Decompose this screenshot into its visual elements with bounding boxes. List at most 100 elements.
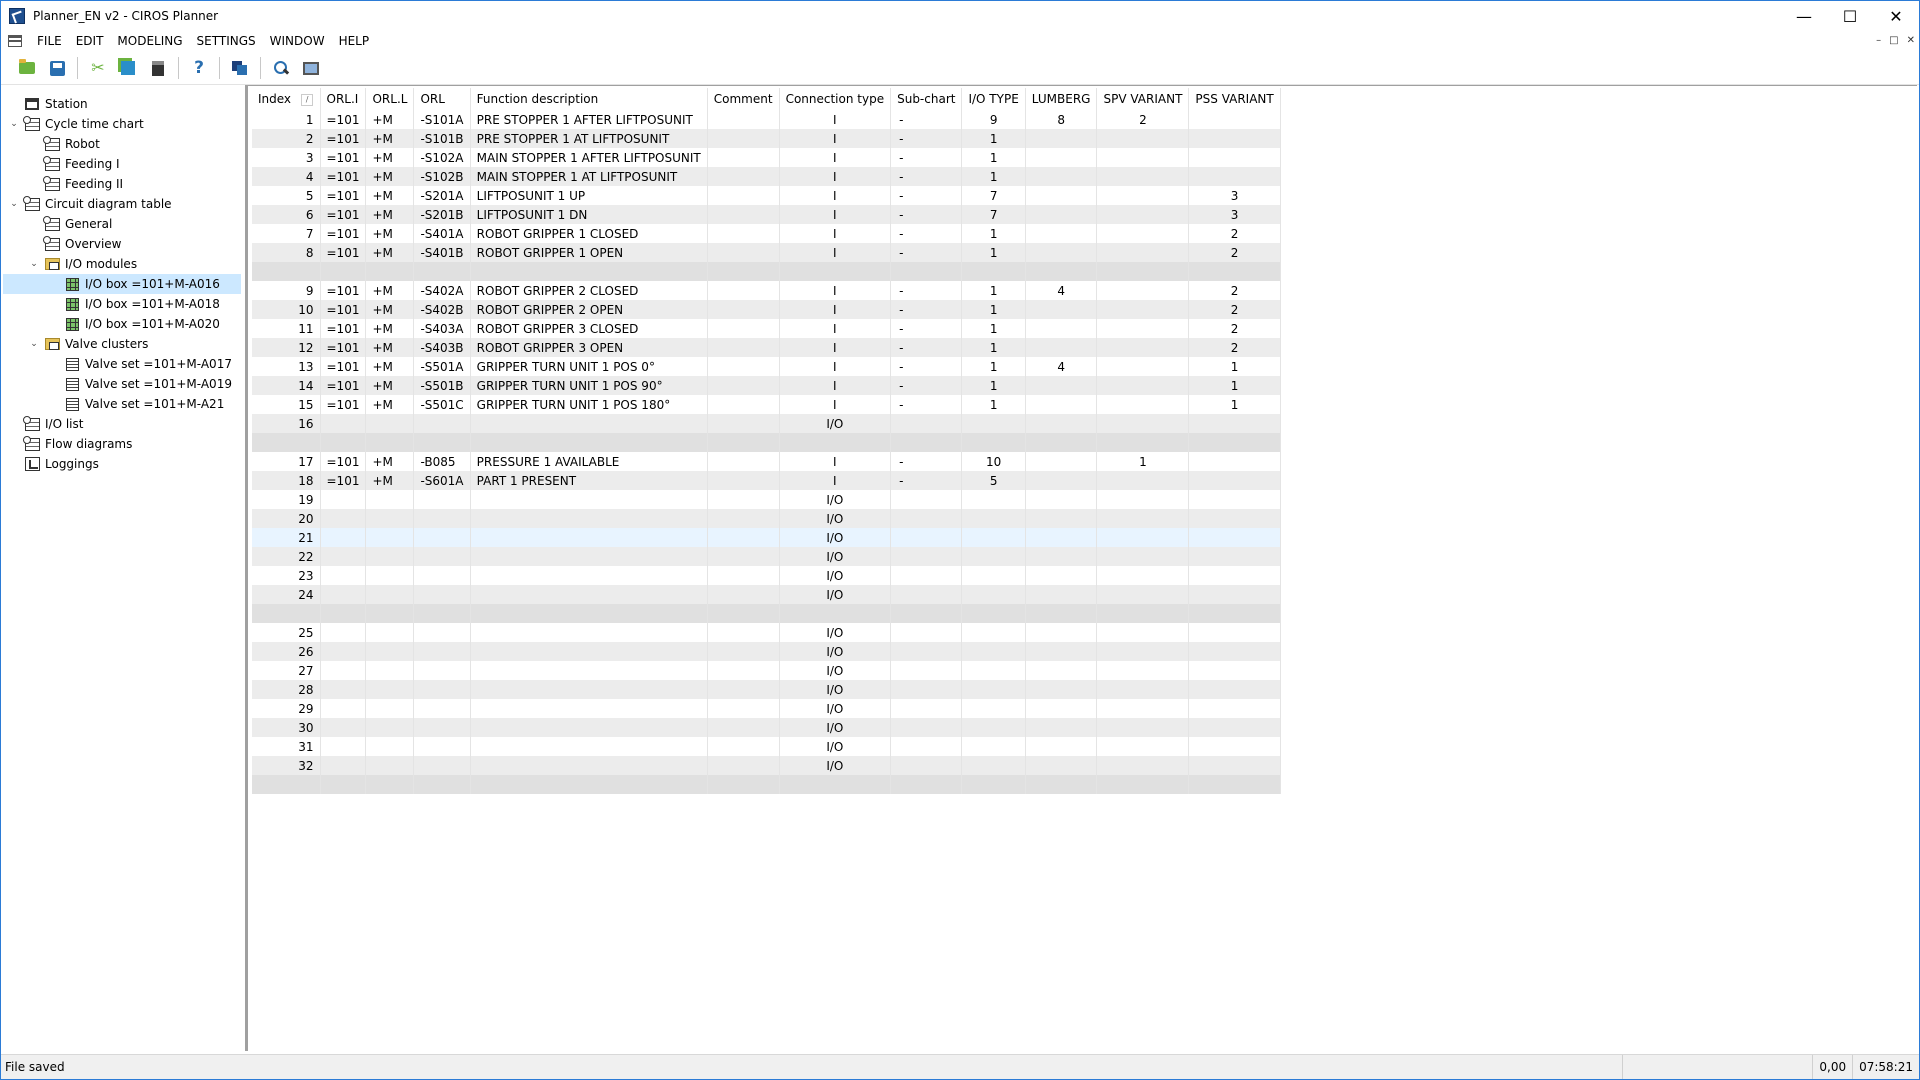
table-cell[interactable] — [961, 775, 1026, 794]
table-cell[interactable] — [1188, 718, 1281, 737]
table-cell[interactable]: 7 — [961, 205, 1026, 224]
table-cell[interactable]: +M — [365, 110, 415, 129]
table-cell[interactable]: I — [779, 395, 892, 414]
table-cell[interactable]: -S201A — [413, 186, 471, 205]
table-separator-row[interactable] — [252, 775, 1281, 794]
table-cell[interactable]: =101 — [320, 300, 367, 319]
table-cell[interactable] — [1096, 585, 1190, 604]
table-cell[interactable] — [1025, 490, 1098, 509]
table-cell[interactable] — [707, 281, 780, 300]
table-cell[interactable] — [320, 509, 367, 528]
table-cell[interactable]: 15 — [252, 395, 321, 414]
table-cell[interactable]: 1 — [961, 129, 1026, 148]
table-cell[interactable]: +M — [365, 205, 415, 224]
table-cell[interactable]: 3 — [1188, 186, 1281, 205]
table-cell[interactable] — [1096, 338, 1190, 357]
table-cell[interactable] — [707, 414, 780, 433]
table-cell[interactable] — [1188, 566, 1281, 585]
table-cell[interactable] — [1096, 737, 1190, 756]
tree-item[interactable]: I/O box =101+M-A016 — [3, 274, 241, 294]
table-cell[interactable] — [470, 604, 708, 623]
tree-item[interactable]: ⌄ Cycle time chart — [3, 114, 241, 134]
tree-item[interactable]: Loggings — [3, 454, 241, 474]
table-cell[interactable]: 27 — [252, 661, 321, 680]
table-cell[interactable] — [890, 509, 963, 528]
table-cell[interactable]: I/O — [779, 585, 892, 604]
table-cell[interactable]: 5 — [961, 471, 1026, 490]
column-header[interactable]: PSS VARIANT — [1188, 88, 1281, 110]
table-cell[interactable] — [413, 547, 471, 566]
table-cell[interactable] — [470, 680, 708, 699]
table-cell[interactable] — [1188, 680, 1281, 699]
table-cell[interactable] — [252, 775, 321, 794]
table-row[interactable]: 16 I/O — [252, 414, 1281, 433]
table-cell[interactable]: +M — [365, 338, 415, 357]
table-cell[interactable] — [413, 509, 471, 528]
table-cell[interactable] — [413, 756, 471, 775]
table-cell[interactable] — [890, 680, 963, 699]
table-cell[interactable] — [470, 547, 708, 566]
table-cell[interactable] — [413, 775, 471, 794]
table-cell[interactable]: 26 — [252, 642, 321, 661]
table-cell[interactable] — [1188, 661, 1281, 680]
table-cell[interactable]: 11 — [252, 319, 321, 338]
table-cell[interactable]: 4 — [1025, 357, 1098, 376]
table-row[interactable]: 19 I/O — [252, 490, 1281, 509]
table-row[interactable]: 24 I/O — [252, 585, 1281, 604]
table-cell[interactable]: I/O — [779, 490, 892, 509]
table-cell[interactable] — [961, 433, 1026, 452]
table-cell[interactable] — [1096, 414, 1190, 433]
menu-modeling[interactable]: MODELING — [110, 34, 189, 48]
table-cell[interactable]: -S101A — [413, 110, 471, 129]
table-row[interactable]: 18 =101 +M -S601A PART 1 PRESENT I -5 — [252, 471, 1281, 490]
table-cell[interactable]: 2 — [1188, 300, 1281, 319]
table-cell[interactable] — [1025, 509, 1098, 528]
tree-item[interactable]: ⌄ Valve clusters — [3, 334, 241, 354]
table-cell[interactable]: I — [779, 471, 892, 490]
table-cell[interactable] — [1188, 756, 1281, 775]
table-cell[interactable] — [1188, 528, 1281, 547]
tree-item[interactable]: ⌄ I/O modules — [3, 254, 241, 274]
table-cell[interactable]: 1 — [961, 357, 1026, 376]
table-row[interactable]: 10 =101 +M -S402B ROBOT GRIPPER 2 OPEN I -1 2 — [252, 300, 1281, 319]
table-cell[interactable]: I/O — [779, 699, 892, 718]
column-header[interactable]: I/O TYPE — [961, 88, 1026, 110]
table-cell[interactable]: =101 — [320, 129, 367, 148]
table-cell[interactable]: - — [890, 224, 963, 243]
table-cell[interactable] — [1188, 604, 1281, 623]
table-cell[interactable] — [707, 680, 780, 699]
table-cell[interactable]: I/O — [779, 718, 892, 737]
table-cell[interactable]: -S403B — [413, 338, 471, 357]
table-cell[interactable] — [1188, 585, 1281, 604]
table-cell[interactable] — [961, 509, 1026, 528]
table-cell[interactable] — [1096, 642, 1190, 661]
table-cell[interactable]: 1 — [252, 110, 321, 129]
table-cell[interactable] — [470, 737, 708, 756]
table-cell[interactable] — [890, 585, 963, 604]
table-cell[interactable] — [779, 775, 892, 794]
table-cell[interactable]: =101 — [320, 452, 367, 471]
mdi-restore-button[interactable]: □ — [1889, 31, 1898, 51]
table-cell[interactable] — [707, 471, 780, 490]
table-cell[interactable]: - — [890, 300, 963, 319]
table-cell[interactable] — [1025, 737, 1098, 756]
table-cell[interactable] — [707, 205, 780, 224]
column-header[interactable]: LUMBERG — [1025, 88, 1098, 110]
table-cell[interactable] — [1096, 528, 1190, 547]
table-cell[interactable]: 2 — [1188, 243, 1281, 262]
table-cell[interactable] — [707, 604, 780, 623]
table-cell[interactable] — [707, 699, 780, 718]
table-cell[interactable]: - — [890, 471, 963, 490]
table-row[interactable]: 27 I/O — [252, 661, 1281, 680]
menu-file[interactable]: FILE — [30, 34, 69, 48]
table-cell[interactable]: - — [890, 243, 963, 262]
paste-button[interactable] — [146, 56, 170, 80]
table-cell[interactable] — [1096, 205, 1190, 224]
table-cell[interactable]: 6 — [252, 205, 321, 224]
table-cell[interactable] — [961, 642, 1026, 661]
table-cell[interactable] — [707, 585, 780, 604]
table-cell[interactable]: +M — [365, 300, 415, 319]
table-cell[interactable] — [320, 490, 367, 509]
table-cell[interactable]: I — [779, 129, 892, 148]
table-cell[interactable] — [1025, 642, 1098, 661]
